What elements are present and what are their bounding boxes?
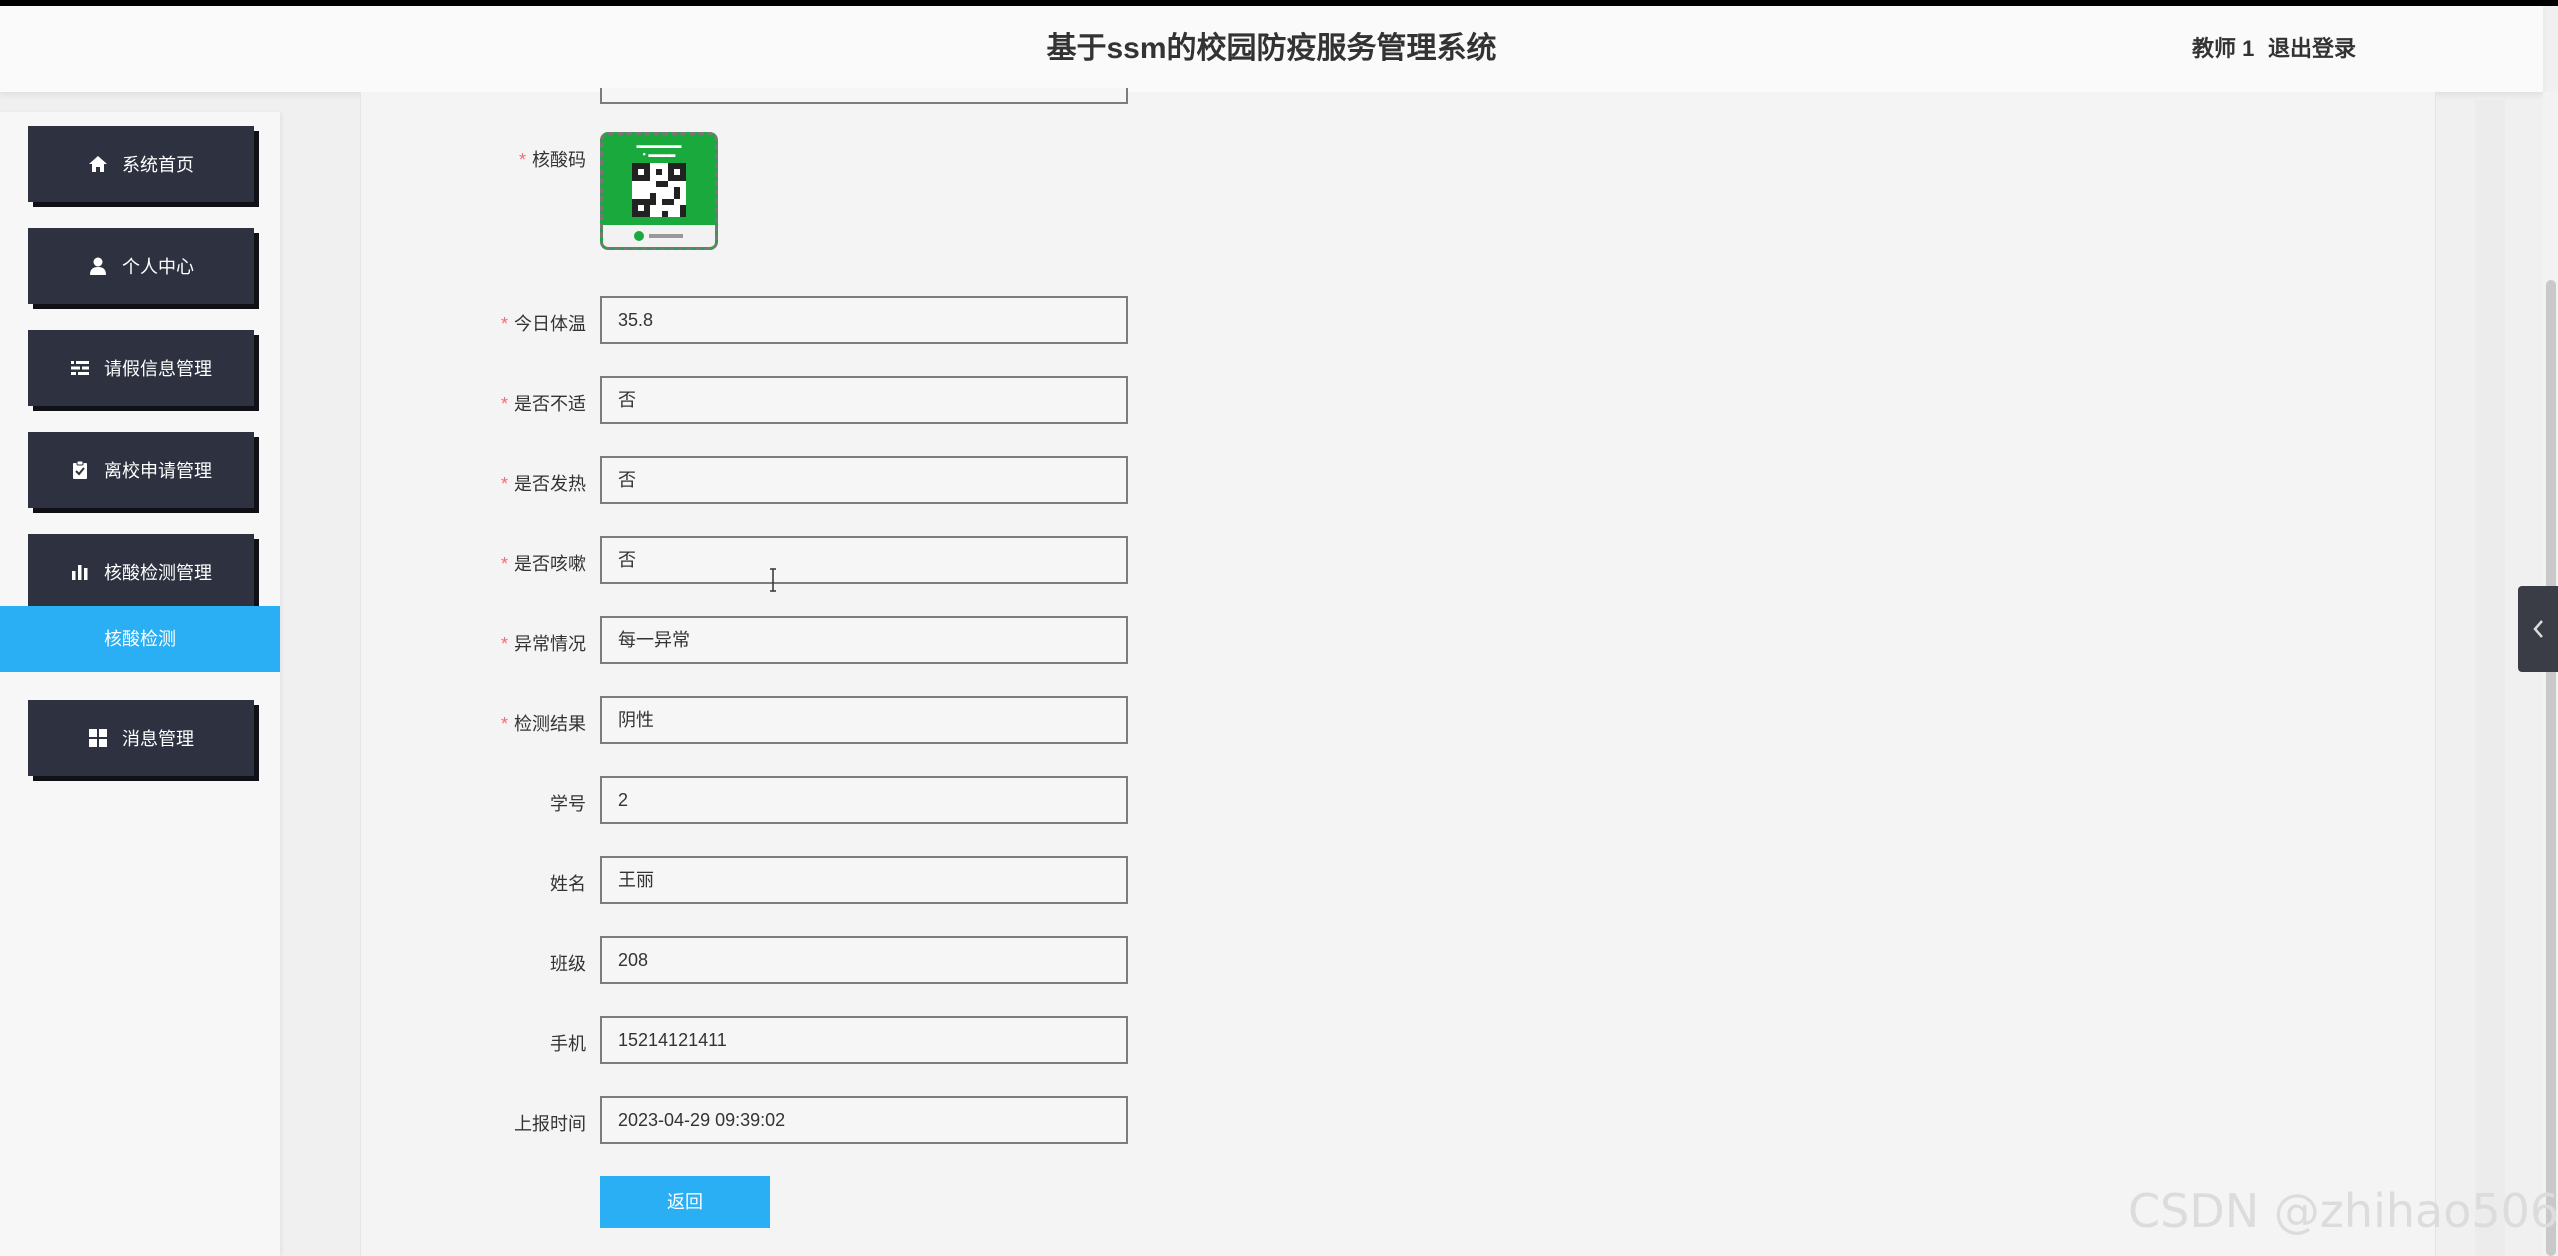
phone-field[interactable]: 15214121411 [600, 1016, 1128, 1064]
field-label-report-time: 上报时间 [514, 1114, 586, 1134]
required-star: * [500, 714, 508, 734]
user-icon [90, 257, 106, 275]
qr-footer [603, 225, 715, 247]
current-user: 教师 1 [2192, 36, 2255, 61]
field-label-student-id: 学号 [550, 794, 586, 814]
scrollbar-thumb[interactable] [2546, 280, 2556, 1256]
content-panel [360, 92, 2436, 1256]
temperature-field[interactable]: 35.8 [600, 296, 1128, 344]
field-label-temperature: * 今日体温 [500, 314, 586, 334]
required-star: * [500, 474, 508, 494]
discomfort-field[interactable]: 否 [600, 376, 1128, 424]
bar-chart-icon [72, 565, 88, 580]
field-label-fever: * 是否发热 [500, 474, 586, 494]
sidebar-item-leave[interactable]: 请假信息管理 [28, 330, 254, 406]
collapse-panel-button[interactable] [2518, 586, 2558, 672]
right-rail [2475, 100, 2505, 1256]
clipboard-icon [73, 460, 87, 479]
name-field[interactable]: 王丽 [600, 856, 1128, 904]
field-label-result: * 检测结果 [500, 714, 586, 734]
class-field[interactable]: 208 [600, 936, 1128, 984]
field-label-class: 班级 [550, 954, 586, 974]
sidebar-item-label: 系统首页 [122, 155, 194, 175]
sidebar-item-label: 请假信息管理 [104, 359, 212, 379]
field-label-abnormal: * 异常情况 [500, 634, 586, 654]
sidebar-item-messages[interactable]: 消息管理 [28, 700, 254, 776]
list-icon [71, 361, 89, 375]
student-id-field[interactable]: 2 [600, 776, 1128, 824]
report-time-field[interactable]: 2023-04-29 09:39:02 [600, 1096, 1128, 1144]
chevron-left-icon [2533, 620, 2543, 638]
field-label-discomfort: * 是否不适 [500, 394, 586, 414]
required-star: * [500, 634, 508, 654]
required-star: * [500, 554, 508, 574]
sidebar-item-label: 核酸检测管理 [104, 563, 212, 583]
sidebar-item-profile[interactable]: 个人中心 [28, 228, 254, 304]
sidebar-item-label: 个人中心 [122, 257, 194, 277]
fever-field[interactable]: 否 [600, 456, 1128, 504]
home-icon [89, 156, 107, 172]
qr-header-decoration: ▬▬▬▬▬ ▪ ▬▬▬ [636, 140, 682, 159]
required-star: * [500, 394, 508, 414]
field-label-qr: * 核酸码 [518, 150, 586, 170]
return-button[interactable]: 返回 [600, 1176, 770, 1228]
sidebar-item-label: 消息管理 [122, 729, 194, 749]
grid-icon [89, 729, 107, 747]
qr-icon [632, 163, 686, 217]
field-label-phone: 手机 [550, 1034, 586, 1054]
app-header: 基于ssm的校园防疫服务管理系统 教师 1 退出登录 [0, 6, 2543, 93]
result-field[interactable]: 阴性 [600, 696, 1128, 744]
app-title: 基于ssm的校园防疫服务管理系统 [1046, 32, 1497, 65]
sidebar: 系统首页 个人中心 请假信息管理 离校申请管理 核酸检测管理 核酸检测 消息管理 [0, 112, 280, 1256]
sidebar-item-leave-school[interactable]: 离校申请管理 [28, 432, 254, 508]
watermark: CSDN @zhihao506 [2128, 1184, 2558, 1238]
cough-field[interactable]: 否 [600, 536, 1128, 584]
sidebar-subitem-nucleic-test[interactable]: 核酸检测 [0, 606, 280, 672]
field-label-cough: * 是否咳嗽 [500, 554, 586, 574]
abnormal-field[interactable]: 每一异常 [600, 616, 1128, 664]
qr-code-image[interactable]: ▬▬▬▬▬ ▪ ▬▬▬ [600, 132, 718, 250]
sidebar-item-nucleic[interactable]: 核酸检测管理 [28, 534, 254, 610]
form-field-cut [600, 88, 1128, 104]
sidebar-item-label: 离校申请管理 [104, 461, 212, 481]
wechat-pay-icon [634, 231, 683, 241]
required-star: * [518, 150, 526, 170]
required-star: * [500, 314, 508, 334]
sidebar-item-home[interactable]: 系统首页 [28, 126, 254, 202]
text-cursor-icon [770, 568, 776, 592]
field-label-name: 姓名 [550, 874, 586, 894]
logout-link[interactable]: 退出登录 [2268, 6, 2356, 92]
